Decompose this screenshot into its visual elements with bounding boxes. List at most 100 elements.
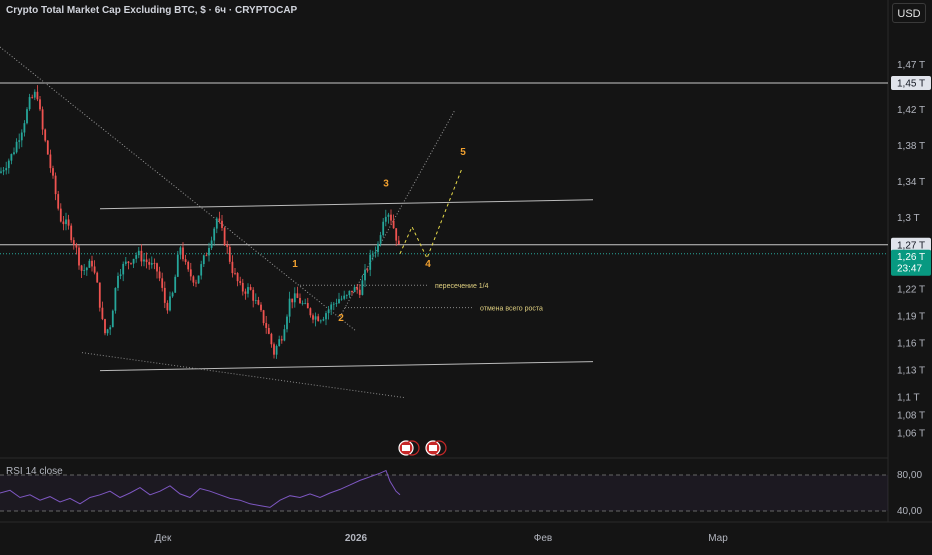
y-tick-label: 1,08 T (897, 411, 925, 422)
candle-body (163, 287, 166, 303)
candle-body (395, 228, 398, 241)
candle-body (210, 240, 213, 248)
candle-body (356, 287, 359, 290)
candle-body (208, 247, 210, 256)
candle-body (26, 109, 28, 124)
candle-body (283, 329, 286, 341)
candle-body (174, 276, 177, 293)
candle-body (202, 255, 205, 265)
y-tick-label: 1,22 T (897, 285, 925, 296)
candle-body (67, 219, 70, 226)
x-axis-label: Мар (708, 533, 728, 544)
badge-level: 1,27 T (897, 240, 925, 251)
candle-body (244, 291, 247, 294)
candle-body (260, 304, 262, 311)
y-tick-label: 1,13 T (897, 366, 925, 377)
candle-body (228, 246, 231, 262)
candle-body (75, 244, 78, 248)
currency-button[interactable]: USD (892, 3, 926, 23)
candle-body (366, 269, 369, 271)
candle-body (182, 247, 184, 260)
candle-body (91, 260, 93, 267)
candle-body (254, 299, 257, 301)
annotation-cancel: отмена всего роста (480, 306, 543, 313)
candle-body (319, 320, 322, 322)
candle-body (153, 263, 156, 264)
candle-body (288, 298, 291, 317)
candle-body (397, 240, 400, 245)
candle-body (88, 260, 91, 268)
y-tick-label: 1,19 T (897, 312, 925, 323)
candle-body (49, 154, 52, 169)
channel-upper-line (99, 199, 594, 210)
candle-body (280, 339, 283, 341)
candle-body (7, 160, 10, 169)
candle-body (145, 259, 148, 263)
candle-body (192, 276, 195, 283)
rsi-indicator-label: RSI 14 close (6, 466, 63, 477)
rsi-tick-label: 80,00 (897, 470, 922, 481)
candle-body (184, 259, 187, 262)
wave-label-2: 2 (338, 313, 344, 324)
candle-body (384, 216, 387, 222)
candle-body (286, 316, 288, 330)
candle-body (306, 303, 309, 309)
candle-body (59, 208, 62, 222)
candle-body (369, 254, 372, 270)
candle-body (218, 218, 221, 221)
candle-body (249, 287, 252, 290)
candle-body (13, 152, 15, 155)
candle-body (291, 298, 294, 303)
y-tick-label: 1,34 T (897, 177, 925, 188)
y-tick-label: 1,42 T (897, 105, 925, 116)
candle-body (296, 293, 299, 298)
candle-body (20, 132, 23, 141)
candle-body (265, 323, 268, 328)
candle-body (340, 298, 343, 300)
candle-body (392, 220, 395, 229)
candle-body (117, 275, 119, 288)
candle-body (18, 140, 21, 142)
candle-body (31, 97, 34, 98)
candle-body (176, 254, 179, 277)
candle-body (226, 245, 229, 247)
candle-body (78, 247, 80, 266)
candle-body (10, 154, 13, 161)
candle-body (124, 261, 127, 264)
candle-body (252, 289, 255, 301)
candle-body (317, 316, 320, 322)
candle-body (275, 346, 278, 355)
candle-body (119, 274, 122, 276)
candle-body (41, 109, 44, 130)
chart-area[interactable]: 1,47 T 1,42 T 1,38 T 1,34 T 1,3 T 1,22 T 1,19 … (0, 0, 932, 550)
candle-body (5, 168, 8, 171)
chart-title: Crypto Total Market Cap Excluding BTC, $… (6, 5, 298, 16)
candle-body (85, 267, 88, 271)
candle-body (358, 289, 361, 295)
annotation-intersection: пересечение 1/4 (435, 283, 489, 290)
candle-body (106, 329, 109, 334)
candle-body (301, 303, 304, 304)
candle-body (80, 265, 83, 271)
candle-body (171, 292, 174, 297)
candle-body (15, 141, 18, 153)
candle-body (327, 309, 330, 314)
candle-body (379, 235, 382, 244)
chart-svg[interactable]: 1,47 T 1,42 T 1,38 T 1,34 T 1,3 T 1,22 T 1,19 … (0, 0, 932, 550)
wave-label-4: 4 (425, 259, 431, 270)
wave-label-1: 1 (292, 259, 298, 270)
candle-body (135, 255, 138, 259)
candle-body (215, 218, 218, 229)
badge-last-price: 1,26 T (897, 252, 925, 263)
y-tick-label: 1,16 T (897, 339, 925, 350)
candle-body (65, 219, 67, 225)
candle-body (148, 262, 151, 265)
candle-body (158, 271, 161, 279)
candle-body (322, 319, 325, 321)
candle-body (70, 225, 73, 241)
candle-body (309, 308, 312, 316)
candle-body (205, 255, 208, 257)
candle-body (236, 273, 239, 282)
candle-body (293, 293, 296, 303)
y-tick-label: 1,3 T (897, 213, 920, 224)
